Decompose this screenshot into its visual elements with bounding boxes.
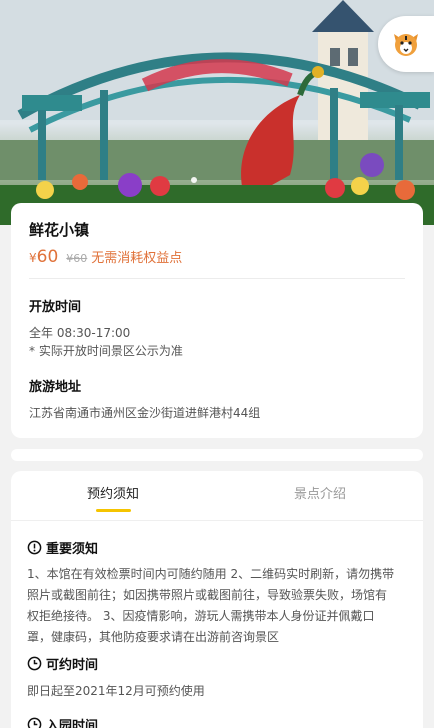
exclamation-icon	[27, 540, 42, 555]
flower-gate-illustration	[0, 0, 434, 225]
bookable-heading-label: 可约时间	[46, 658, 99, 673]
active-tab-indicator	[96, 509, 131, 512]
important-line: 罩，健康码，其他防疫要求请在出游前咨询景区	[27, 630, 280, 644]
place-info-card: 鲜花小镇 ¥ 60 ¥60 无需消耗权益点 开放时间 全年 08:30-17:0…	[11, 203, 423, 438]
price-row: ¥ 60 ¥60 无需消耗权益点	[29, 247, 182, 267]
hero-image	[0, 0, 434, 225]
important-line: 1、本馆在有效检票时间内可随约随用 2、二维码实时刷新，请勿携带	[27, 567, 395, 581]
address-text: 江苏省南通市通州区金沙街道进鲜港村44组	[29, 406, 261, 420]
entry-heading: 入园时间	[27, 715, 98, 728]
open-time-heading: 开放时间	[29, 300, 82, 315]
important-heading-label: 重要须知	[46, 542, 99, 557]
address-heading: 旅游地址	[29, 380, 82, 395]
clock-icon	[27, 656, 42, 671]
bookable-text: 即日起至2021年12月可预约使用	[27, 684, 205, 698]
place-title: 鲜花小镇	[29, 221, 90, 239]
spacer-card	[11, 449, 423, 461]
important-line: 权拒绝接待。 3、因疫情影响，游玩人需携带本人身份证并佩戴口	[27, 609, 375, 623]
no-consume-label: 无需消耗权益点	[91, 251, 183, 266]
bookable-heading: 可约时间	[27, 654, 98, 673]
tab-bar: 预约须知 景点介绍	[11, 471, 423, 521]
tiger-logo-button[interactable]	[378, 16, 434, 72]
important-heading: 重要须知	[27, 538, 98, 557]
important-line: 照片或截图前往；如因携带照片或截图前往，导致验票失败，场馆有	[27, 588, 388, 602]
open-time-note: * 实际开放时间景区公示为准	[29, 344, 183, 358]
entry-heading-label: 入园时间	[46, 719, 99, 728]
price-currency: ¥	[29, 251, 37, 265]
divider	[29, 278, 405, 279]
tab-attraction-intro[interactable]: 景点介绍	[294, 483, 346, 502]
carousel-dot[interactable]	[191, 177, 197, 183]
notice-card: 预约须知 景点介绍 重要须知 1、本馆在有效检票时间内可随约随用 2、二维码实时…	[11, 471, 423, 728]
original-price: ¥60	[66, 252, 88, 265]
price-value: 60	[36, 247, 59, 267]
tab-booking-notice[interactable]: 预约须知	[87, 483, 139, 502]
clock-icon	[27, 717, 42, 728]
tiger-face-icon	[394, 34, 418, 56]
open-time-hours: 全年 08:30-17:00	[29, 326, 131, 340]
important-text: 1、本馆在有效检票时间内可随约随用 2、二维码实时刷新，请勿携带 照片或截图前往…	[27, 564, 407, 648]
